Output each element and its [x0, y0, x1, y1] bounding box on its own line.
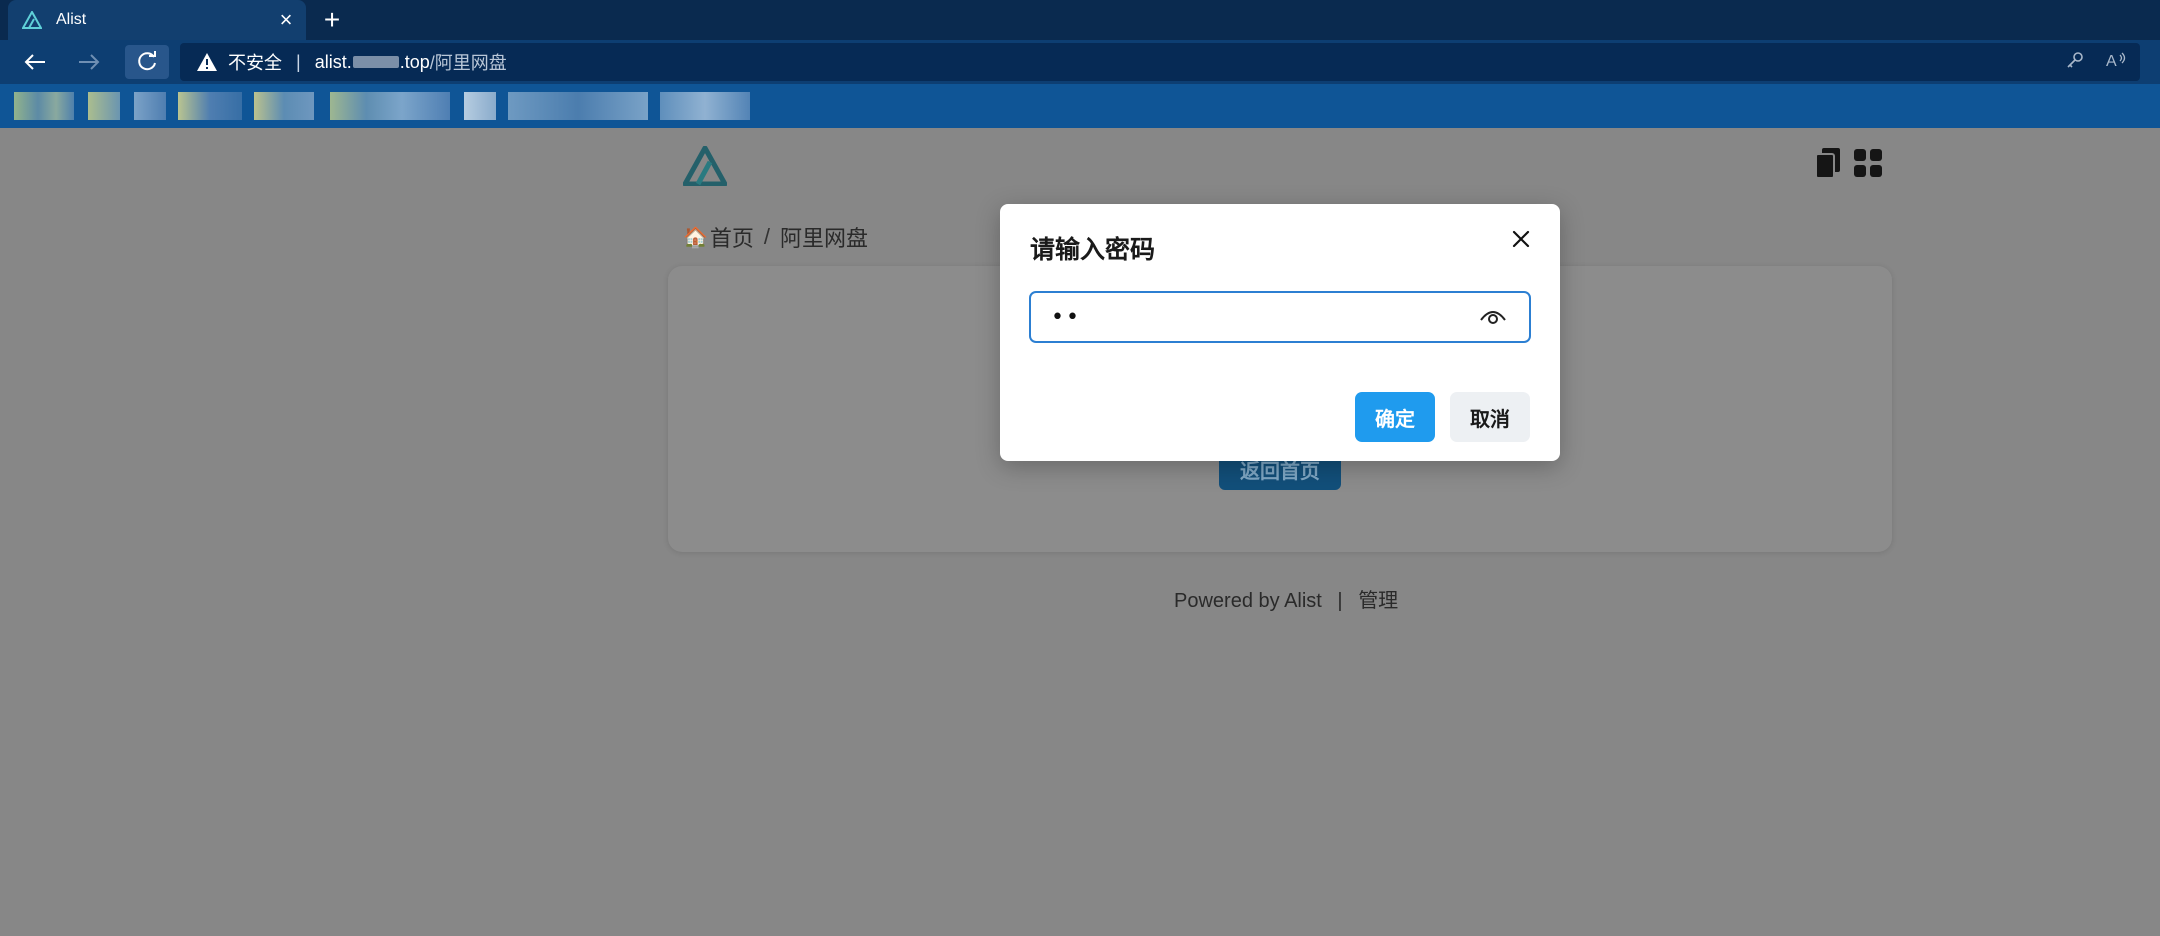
insecure-label[interactable]: 不安全: [228, 49, 282, 75]
reload-icon[interactable]: [125, 45, 169, 79]
password-dialog: 请输入密码 确定 取消: [1000, 204, 1560, 461]
redacted-domain: [352, 56, 399, 68]
dialog-title: 请输入密码: [1030, 236, 1156, 264]
address-separator: |: [296, 51, 301, 72]
password-field[interactable]: [1029, 291, 1531, 343]
confirm-button[interactable]: 确定: [1355, 392, 1435, 442]
svg-text:A: A: [2106, 53, 2117, 69]
admin-link[interactable]: 管理: [1358, 590, 1398, 612]
warning-icon[interactable]: [196, 52, 218, 72]
plus-icon[interactable]: +: [316, 4, 348, 36]
redacted-bookmark[interactable]: [134, 92, 166, 120]
url-host-prefix: alist.: [314, 51, 352, 72]
breadcrumb: 🏠 首页 / 阿里网盘: [683, 221, 868, 253]
grid-icon[interactable]: [1854, 148, 1882, 178]
redacted-bookmark[interactable]: [88, 92, 120, 120]
read-aloud-icon[interactable]: A: [2106, 51, 2128, 74]
alist-logo[interactable]: [682, 145, 728, 187]
back-arrow-icon[interactable]: [17, 45, 53, 79]
tab-title: Alist: [56, 11, 87, 28]
powered-by-text: Powered by Alist: [1174, 590, 1322, 612]
browser-tab[interactable]: Alist ×: [8, 0, 306, 40]
home-icon: 🏠: [683, 226, 708, 249]
breadcrumb-separator: /: [763, 224, 771, 249]
address-bar[interactable]: 不安全 | alist. .top /阿里网盘 A: [180, 43, 2140, 81]
forward-arrow-icon[interactable]: [71, 45, 107, 79]
copy-icon[interactable]: [1814, 148, 1842, 178]
breadcrumb-current[interactable]: 阿里网盘: [780, 221, 868, 253]
password-input[interactable]: [1051, 303, 1471, 331]
bookmarks-bar: [0, 84, 2160, 128]
redacted-bookmark[interactable]: [660, 92, 750, 120]
page-toolbar: [1814, 148, 1882, 178]
url-path: /阿里网盘: [429, 53, 507, 73]
close-icon[interactable]: [1506, 224, 1536, 254]
browser-tab-bar: Alist × +: [0, 0, 2160, 40]
redacted-bookmark[interactable]: [14, 92, 74, 120]
redacted-bookmark[interactable]: [330, 92, 450, 120]
eye-icon[interactable]: [1479, 306, 1507, 330]
redacted-bookmark[interactable]: [508, 92, 648, 120]
alist-favicon: [22, 10, 42, 30]
url-host-suffix: .top: [399, 51, 430, 72]
redacted-bookmark[interactable]: [178, 92, 242, 120]
footer-separator: |: [1337, 590, 1343, 612]
browser-nav-bar: 不安全 | alist. .top /阿里网盘 A: [0, 40, 2160, 84]
address-bar-actions: A: [2066, 43, 2128, 81]
close-icon[interactable]: ×: [272, 6, 300, 34]
redacted-bookmark[interactable]: [254, 92, 314, 120]
cancel-button[interactable]: 取消: [1450, 392, 1530, 442]
redacted-bookmark[interactable]: [464, 92, 496, 120]
key-icon[interactable]: [2066, 51, 2084, 74]
breadcrumb-home[interactable]: 首页: [710, 221, 754, 253]
